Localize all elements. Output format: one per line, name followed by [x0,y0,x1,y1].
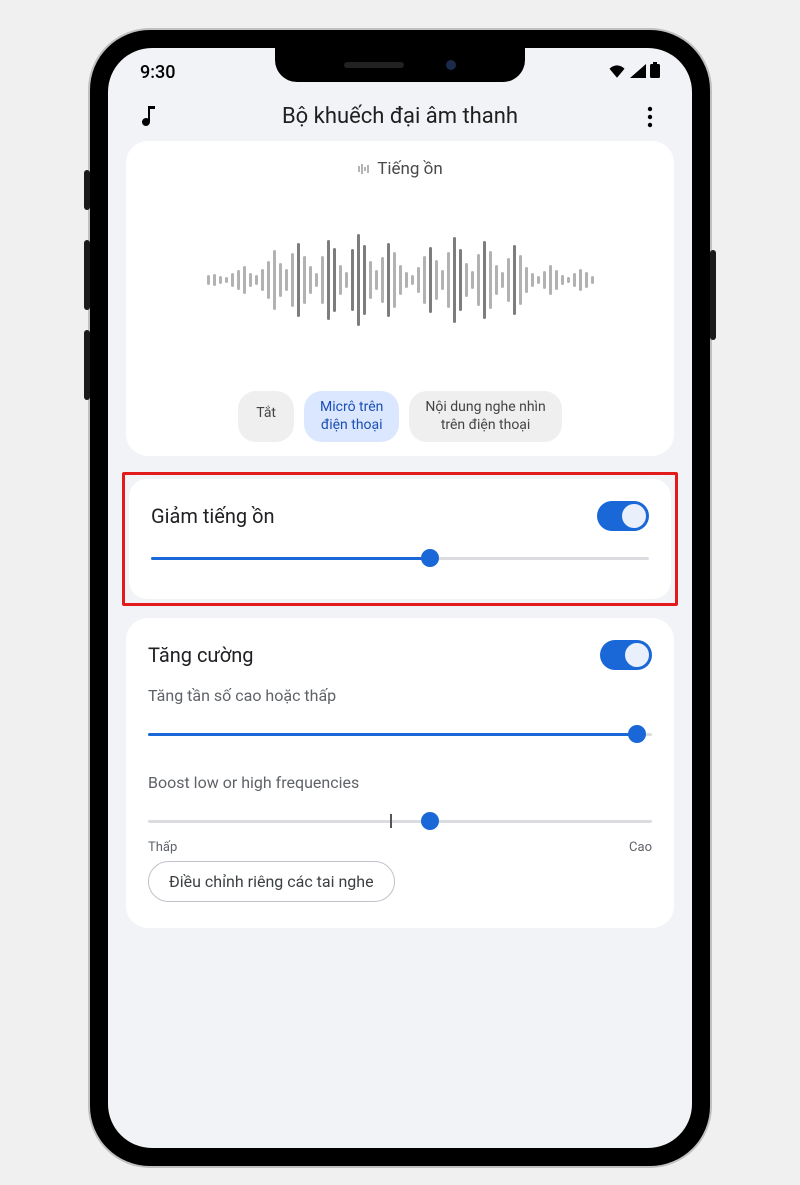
more-vert-icon[interactable] [636,106,664,128]
boost-toggle[interactable] [600,640,652,670]
waveform [148,205,652,355]
boost-slider-2[interactable] [148,810,652,834]
phone-side-button [710,250,716,340]
status-time: 9:30 [140,62,175,83]
highlight-box: Giảm tiếng ồn [122,472,678,606]
boost-sub2: Boost low or high frequencies [148,773,652,792]
chip-phone-media[interactable]: Nội dung nghe nhìn trên điện thoại [409,391,561,442]
wifi-icon [608,62,626,83]
reduce-noise-card: Giảm tiếng ồn [129,479,671,599]
scale-low: Thấp [148,840,177,855]
scale-high: Cao [629,840,652,855]
noise-visualizer-card: Tiếng ồn Tắt Micrô trên điện thoại Nội d… [126,141,674,456]
chip-off[interactable]: Tắt [238,391,294,442]
notch [275,48,525,82]
boost-slider-1[interactable] [148,723,652,747]
noise-title-text: Tiếng ồn [377,159,443,179]
source-chips: Tắt Micrô trên điện thoại Nội dung nghe … [148,391,652,442]
boost-label: Tăng cường [148,643,254,667]
equalizer-icon [357,162,371,176]
boost-sub1: Tăng tần số cao hoặc thấp [148,686,652,705]
speaker-grill [344,62,404,68]
chip-phone-mic[interactable]: Micrô trên điện thoại [304,391,399,442]
music-note-icon[interactable] [136,106,164,128]
phone-frame: 9:30 Bộ khuếch đại âm thanh [90,30,710,1166]
phone-side-button [84,240,90,310]
battery-icon [650,62,660,83]
reduce-noise-slider[interactable] [151,547,649,571]
screen: 9:30 Bộ khuếch đại âm thanh [108,48,692,1148]
noise-title: Tiếng ồn [357,159,443,179]
boost-card: Tăng cường Tăng tần số cao hoặc thấp Boo… [126,618,674,928]
app-title: Bộ khuếch đại âm thanh [164,104,636,129]
cellular-icon [630,62,646,83]
adjust-headphones-button[interactable]: Điều chỉnh riêng các tai nghe [148,861,395,902]
reduce-noise-toggle[interactable] [597,501,649,531]
phone-side-button [84,330,90,400]
app-bar: Bộ khuếch đại âm thanh [108,96,692,141]
front-camera [446,60,456,70]
scale-labels: Thấp Cao [148,840,652,855]
phone-side-button [84,170,90,210]
reduce-noise-label: Giảm tiếng ồn [151,504,275,528]
